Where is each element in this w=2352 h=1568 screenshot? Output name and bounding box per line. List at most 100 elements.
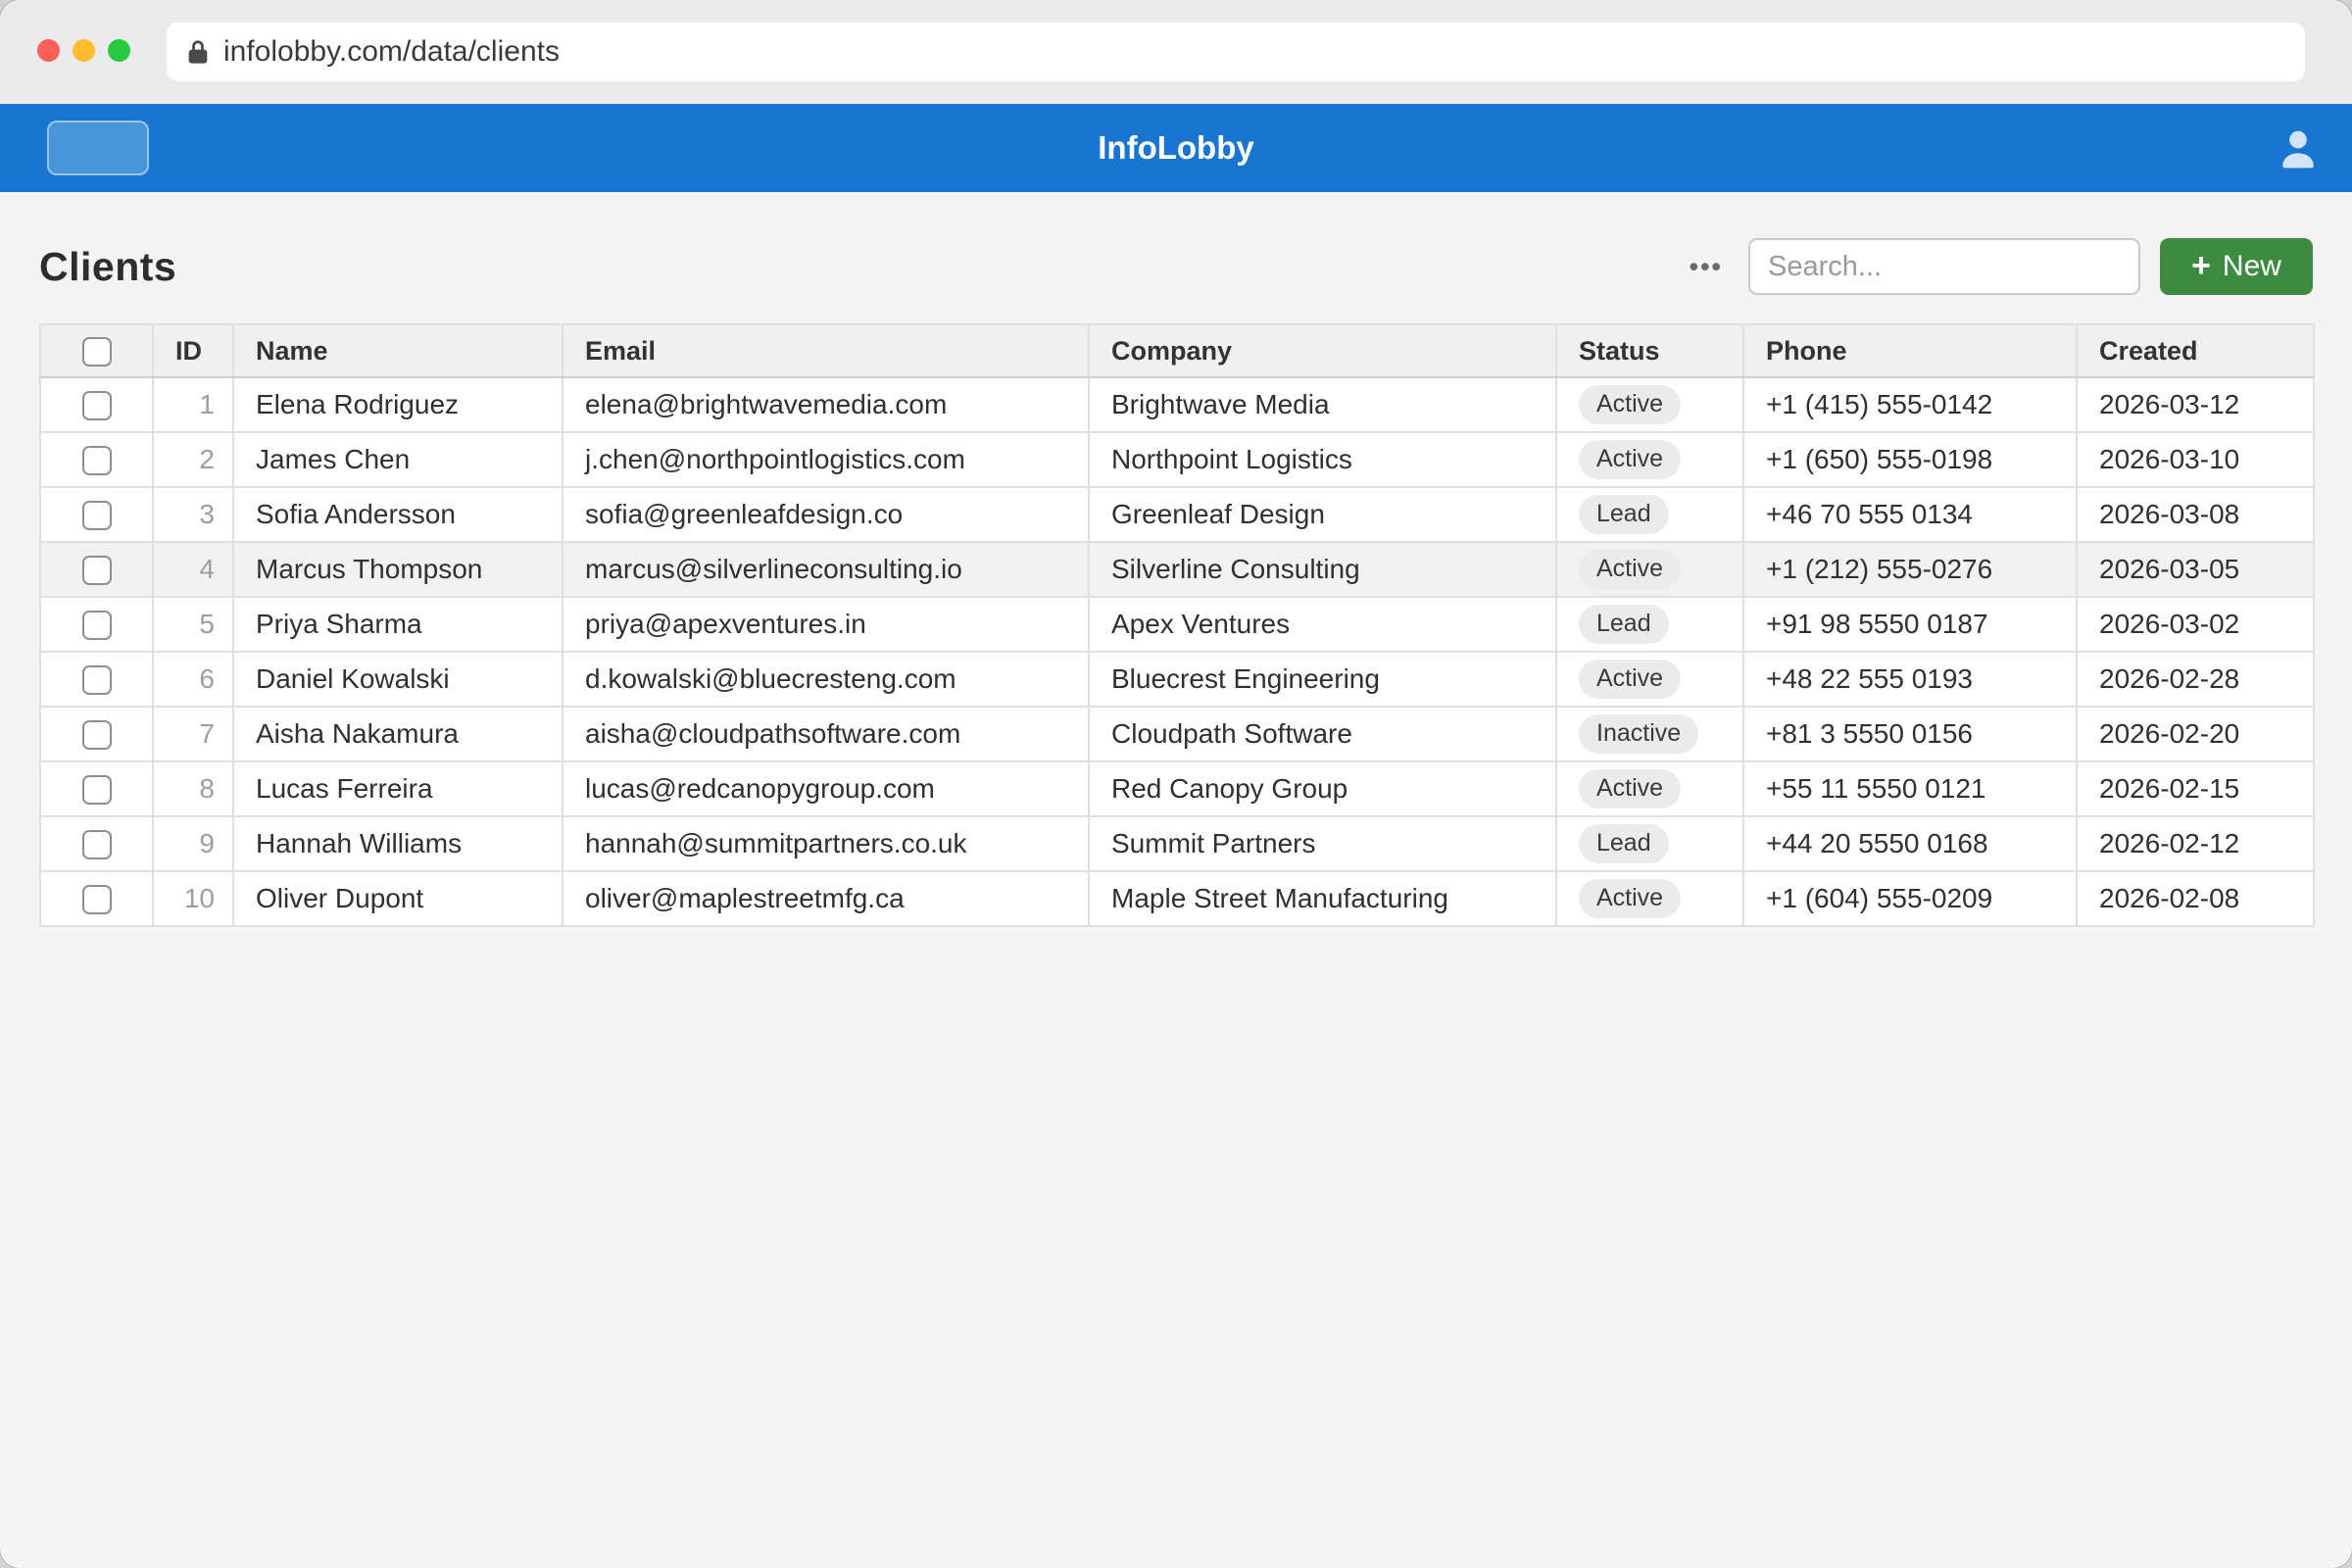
table-row[interactable]: 6 Daniel Kowalski d.kowalski@bluecresten…: [40, 652, 2314, 707]
plus-icon: +: [2191, 249, 2211, 282]
row-name: Elena Rodriguez: [233, 377, 563, 432]
row-status-cell: Active: [1556, 432, 1743, 487]
row-checkbox-cell: [40, 487, 153, 542]
row-checkbox[interactable]: [82, 665, 112, 695]
table-row[interactable]: 7 Aisha Nakamura aisha@cloudpathsoftware…: [40, 707, 2314, 761]
status-badge: Active: [1579, 879, 1681, 918]
row-id: 6: [153, 652, 233, 707]
row-checkbox-cell: [40, 871, 153, 926]
row-checkbox-cell: [40, 816, 153, 871]
maximize-window-button[interactable]: [108, 39, 130, 62]
row-created: 2026-02-15: [2077, 761, 2314, 816]
status-badge: Active: [1579, 385, 1681, 424]
row-status-cell: Inactive: [1556, 707, 1743, 761]
row-created: 2026-02-12: [2077, 816, 2314, 871]
row-email: sofia@greenleafdesign.co: [563, 487, 1089, 542]
row-created: 2026-02-08: [2077, 871, 2314, 926]
more-options-icon[interactable]: •••: [1690, 252, 1723, 282]
column-header-phone[interactable]: Phone: [1743, 324, 2077, 377]
column-header-email[interactable]: Email: [563, 324, 1089, 377]
row-checkbox[interactable]: [82, 775, 112, 805]
row-id: 7: [153, 707, 233, 761]
new-button-label: New: [2223, 250, 2281, 283]
row-company: Bluecrest Engineering: [1089, 652, 1556, 707]
table-row[interactable]: 8 Lucas Ferreira lucas@redcanopygroup.co…: [40, 761, 2314, 816]
row-status-cell: Active: [1556, 871, 1743, 926]
row-checkbox-cell: [40, 542, 153, 597]
row-email: aisha@cloudpathsoftware.com: [563, 707, 1089, 761]
row-checkbox-cell: [40, 652, 153, 707]
column-header-created[interactable]: Created: [2077, 324, 2314, 377]
column-header-name[interactable]: Name: [233, 324, 563, 377]
clients-table: ID Name Email Company Status Phone Creat…: [39, 323, 2315, 927]
toolbar-actions: ••• + New: [1690, 238, 2313, 295]
row-name: Hannah Williams: [233, 816, 563, 871]
row-checkbox-cell: [40, 597, 153, 652]
toolbar: Clients ••• + New: [39, 238, 2313, 295]
row-checkbox[interactable]: [82, 556, 112, 585]
row-checkbox-cell: [40, 707, 153, 761]
close-window-button[interactable]: [37, 39, 60, 62]
row-company: Red Canopy Group: [1089, 761, 1556, 816]
row-email: elena@brightwavemedia.com: [563, 377, 1089, 432]
lock-icon: [184, 38, 212, 66]
row-phone: +91 98 5550 0187: [1743, 597, 2077, 652]
row-name: Lucas Ferreira: [233, 761, 563, 816]
new-button[interactable]: + New: [2160, 238, 2313, 295]
app-header: InfoLobby: [0, 104, 2352, 192]
table-row[interactable]: 3 Sofia Andersson sofia@greenleafdesign.…: [40, 487, 2314, 542]
row-status-cell: Lead: [1556, 816, 1743, 871]
row-id: 2: [153, 432, 233, 487]
select-all-checkbox[interactable]: [82, 337, 112, 367]
row-created: 2026-03-12: [2077, 377, 2314, 432]
status-badge: Lead: [1579, 824, 1669, 863]
row-phone: +55 11 5550 0121: [1743, 761, 2077, 816]
user-icon[interactable]: [2276, 125, 2321, 171]
table-row[interactable]: 10 Oliver Dupont oliver@maplestreetmfg.c…: [40, 871, 2314, 926]
column-header-id[interactable]: ID: [153, 324, 233, 377]
clients-table-container: ID Name Email Company Status Phone Creat…: [39, 323, 2313, 927]
table-row[interactable]: 5 Priya Sharma priya@apexventures.in Ape…: [40, 597, 2314, 652]
window-controls: [37, 39, 130, 62]
row-created: 2026-03-05: [2077, 542, 2314, 597]
row-id: 8: [153, 761, 233, 816]
row-name: Marcus Thompson: [233, 542, 563, 597]
row-company: Apex Ventures: [1089, 597, 1556, 652]
row-id: 5: [153, 597, 233, 652]
table-row[interactable]: 2 James Chen j.chen@northpointlogistics.…: [40, 432, 2314, 487]
search-input[interactable]: [1748, 238, 2140, 295]
row-email: j.chen@northpointlogistics.com: [563, 432, 1089, 487]
row-name: Aisha Nakamura: [233, 707, 563, 761]
column-header-company[interactable]: Company: [1089, 324, 1556, 377]
minimize-window-button[interactable]: [73, 39, 95, 62]
row-checkbox[interactable]: [82, 501, 112, 530]
column-header-status[interactable]: Status: [1556, 324, 1743, 377]
row-status-cell: Active: [1556, 542, 1743, 597]
row-checkbox-cell: [40, 432, 153, 487]
row-email: priya@apexventures.in: [563, 597, 1089, 652]
row-phone: +46 70 555 0134: [1743, 487, 2077, 542]
row-checkbox-cell: [40, 377, 153, 432]
status-badge: Active: [1579, 440, 1681, 479]
table-row[interactable]: 9 Hannah Williams hannah@summitpartners.…: [40, 816, 2314, 871]
row-checkbox[interactable]: [82, 830, 112, 859]
browser-chrome: infolobby.com/data/clients: [0, 0, 2352, 104]
row-name: Sofia Andersson: [233, 487, 563, 542]
row-checkbox[interactable]: [82, 885, 112, 914]
row-company: Maple Street Manufacturing: [1089, 871, 1556, 926]
status-badge: Lead: [1579, 605, 1669, 644]
table-row[interactable]: 1 Elena Rodriguez elena@brightwavemedia.…: [40, 377, 2314, 432]
row-created: 2026-03-08: [2077, 487, 2314, 542]
row-company: Summit Partners: [1089, 816, 1556, 871]
select-all-cell: [40, 324, 153, 377]
row-checkbox[interactable]: [82, 391, 112, 420]
row-id: 3: [153, 487, 233, 542]
address-bar[interactable]: infolobby.com/data/clients: [167, 23, 2305, 81]
table-row[interactable]: 4 Marcus Thompson marcus@silverlineconsu…: [40, 542, 2314, 597]
row-checkbox[interactable]: [82, 446, 112, 475]
row-checkbox[interactable]: [82, 611, 112, 640]
app-title: InfoLobby: [0, 104, 2352, 192]
row-created: 2026-03-02: [2077, 597, 2314, 652]
row-checkbox[interactable]: [82, 720, 112, 750]
status-badge: Inactive: [1579, 714, 1698, 754]
